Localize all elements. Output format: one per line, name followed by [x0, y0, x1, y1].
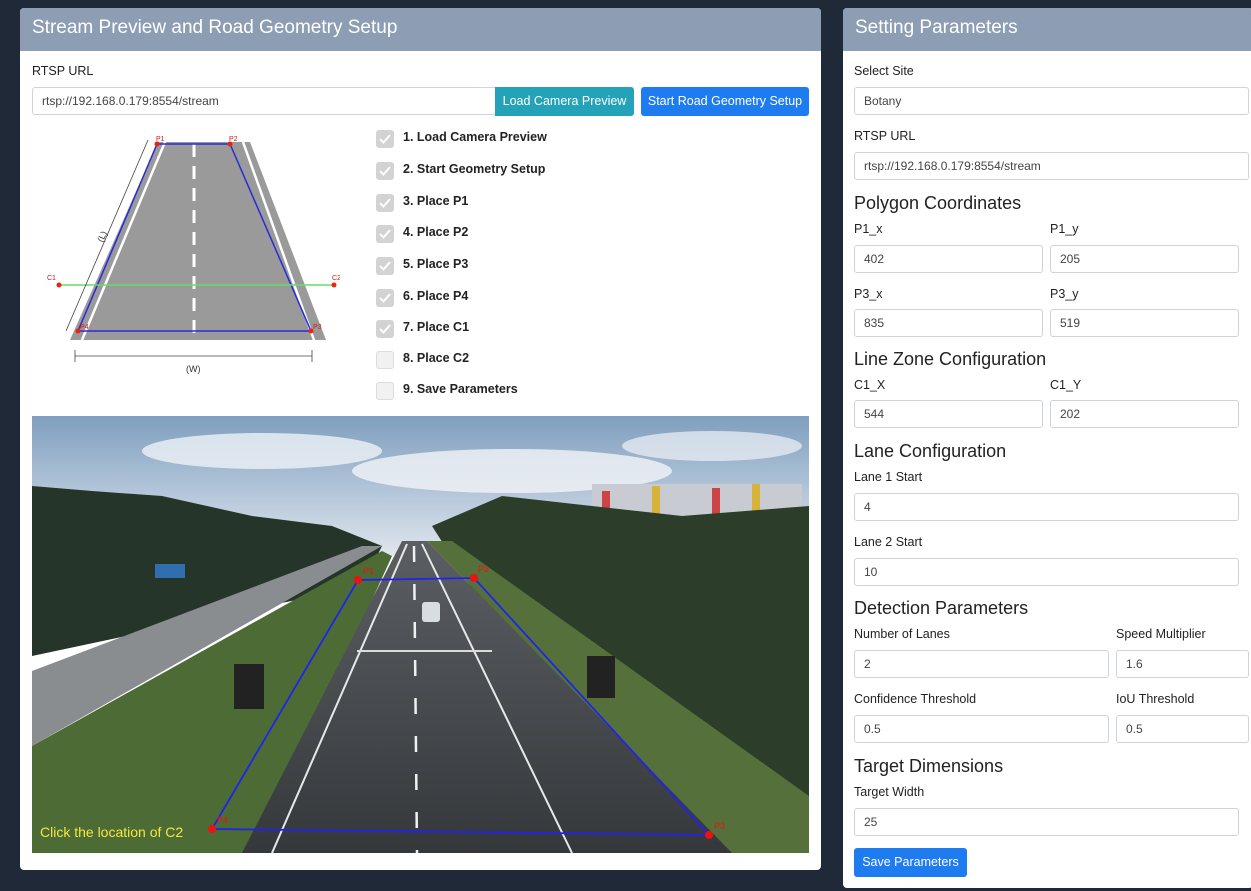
number-of-lanes-input[interactable]: 2	[854, 650, 1109, 678]
p1-marker	[354, 576, 362, 584]
load-camera-preview-button[interactable]: Load Camera Preview	[495, 87, 634, 116]
p1y-input[interactable]: 205	[1050, 245, 1239, 273]
line-zone-heading: Line Zone Configuration	[854, 349, 1047, 369]
checklist-label: 4. Place P2	[403, 225, 469, 239]
check-icon	[379, 166, 391, 176]
rtsp-url-label: RTSP URL	[32, 64, 94, 78]
camera-preview-canvas[interactable]: P1 P2 P3 P4 Click the location of C2	[32, 416, 809, 853]
p1x-label: P1_x	[854, 222, 883, 236]
checklist-label: 3. Place P1	[403, 194, 469, 208]
rtsp-url-label: RTSP URL	[854, 129, 916, 143]
road-surface	[70, 142, 326, 340]
p2-marker	[470, 574, 478, 582]
check-icon	[379, 261, 391, 271]
p4-marker-label: P4	[217, 815, 228, 825]
start-road-geometry-button[interactable]: Start Road Geometry Setup	[641, 87, 809, 116]
p2-label: P2	[229, 136, 238, 143]
p1-marker-label: P1	[363, 566, 374, 576]
rtsp-url-input[interactable]: rtsp://192.168.0.179:8554/stream	[32, 87, 497, 115]
target-width-input[interactable]: 25	[854, 808, 1239, 836]
stream-preview-panel: Stream Preview and Road Geometry Setup R…	[20, 8, 821, 870]
setting-parameters-title: Setting Parameters	[843, 8, 1251, 51]
checklist-label: 6. Place P4	[403, 289, 469, 303]
p3x-label: P3_x	[854, 287, 883, 301]
utility-box	[234, 664, 264, 709]
checklist-label: 7. Place C1	[403, 320, 470, 334]
checkbox-unchecked[interactable]	[376, 382, 394, 400]
checklist-label: 5. Place P3	[403, 257, 469, 271]
preview-instruction: Click the location of C2	[40, 824, 183, 840]
setting-parameters-panel: Setting Parameters Select Site Botany RT…	[843, 8, 1251, 888]
checkbox-checked[interactable]	[376, 257, 394, 275]
lane1-start-input[interactable]: 4	[854, 493, 1239, 521]
check-icon	[379, 134, 391, 144]
number-of-lanes-label: Number of Lanes	[854, 627, 950, 641]
stream-preview-title: Stream Preview and Road Geometry Setup	[20, 8, 821, 51]
p1-label: P1	[156, 136, 165, 143]
checklist-label: 8. Place C2	[403, 351, 470, 365]
p3-label: P3	[313, 324, 322, 331]
detection-parameters-heading: Detection Parameters	[854, 598, 1029, 618]
p3x-input[interactable]: 835	[854, 309, 1043, 337]
checkbox-checked[interactable]	[376, 130, 394, 148]
target-width-label: Target Width	[854, 785, 925, 799]
p3-marker	[705, 831, 713, 839]
p2-marker-label: P2	[478, 564, 489, 574]
c1y-input[interactable]: 202	[1050, 400, 1239, 428]
iou-threshold-input[interactable]: 0.5	[1116, 715, 1249, 743]
road-sign	[155, 564, 185, 578]
c1y-label: C1_Y	[1050, 378, 1082, 392]
check-icon	[379, 324, 391, 334]
check-icon	[379, 293, 391, 303]
p1y-label: P1_y	[1050, 222, 1079, 236]
cloud	[622, 431, 802, 461]
width-label: (W)	[186, 364, 201, 374]
iou-threshold-label: IoU Threshold	[1116, 692, 1195, 706]
camera-preview-image[interactable]: P1 P2 P3 P4 Click the location of C2	[32, 416, 809, 853]
lane-configuration-heading: Lane Configuration	[854, 441, 1007, 461]
c1-label: C1	[47, 275, 56, 282]
p3y-label: P3_y	[1050, 287, 1079, 301]
checklist-label: 9. Save Parameters	[403, 382, 518, 396]
lane1-start-label: Lane 1 Start	[854, 470, 923, 484]
vehicle	[422, 602, 440, 622]
checkbox-checked[interactable]	[376, 225, 394, 243]
check-icon	[379, 198, 391, 208]
rtsp-url-input[interactable]: rtsp://192.168.0.179:8554/stream	[854, 152, 1249, 180]
checkbox-unchecked[interactable]	[376, 351, 394, 369]
site-select[interactable]: Botany	[854, 87, 1249, 115]
length-label: (L)	[95, 229, 109, 243]
c1-marker	[56, 282, 62, 288]
c1x-label: C1_X	[854, 378, 886, 392]
lane2-start-input[interactable]: 10	[854, 558, 1239, 586]
select-site-label: Select Site	[854, 64, 914, 78]
p1x-input[interactable]: 402	[854, 245, 1043, 273]
polygon-coordinates-heading: Polygon Coordinates	[854, 193, 1022, 213]
c2-marker	[331, 282, 337, 288]
target-dimensions-heading: Target Dimensions	[854, 756, 1004, 776]
p4-marker	[208, 825, 216, 833]
p3-marker-label: P3	[714, 821, 725, 831]
confidence-threshold-label: Confidence Threshold	[854, 692, 977, 706]
checkbox-checked[interactable]	[376, 162, 394, 180]
checklist-label: 2. Start Geometry Setup	[403, 162, 546, 176]
checkbox-checked[interactable]	[376, 320, 394, 338]
speed-multiplier-label: Speed Multiplier	[1116, 627, 1206, 641]
lane2-start-label: Lane 2 Start	[854, 535, 923, 549]
checkbox-checked[interactable]	[376, 289, 394, 307]
save-parameters-button[interactable]: Save Parameters	[854, 848, 967, 877]
speed-multiplier-input[interactable]: 1.6	[1116, 650, 1249, 678]
check-icon	[379, 229, 391, 239]
c2-label: C2	[332, 275, 340, 282]
checklist-label: 1. Load Camera Preview	[403, 130, 547, 144]
checkbox-checked[interactable]	[376, 194, 394, 212]
road-geometry-diagram: P1 P2 P3 P4 C1 C2 (L) (W)	[47, 136, 340, 374]
utility-box	[587, 656, 615, 698]
c1x-input[interactable]: 544	[854, 400, 1043, 428]
cloud	[142, 433, 382, 469]
p4-label: P4	[80, 324, 89, 331]
confidence-threshold-input[interactable]: 0.5	[854, 715, 1109, 743]
p3y-input[interactable]: 519	[1050, 309, 1239, 337]
